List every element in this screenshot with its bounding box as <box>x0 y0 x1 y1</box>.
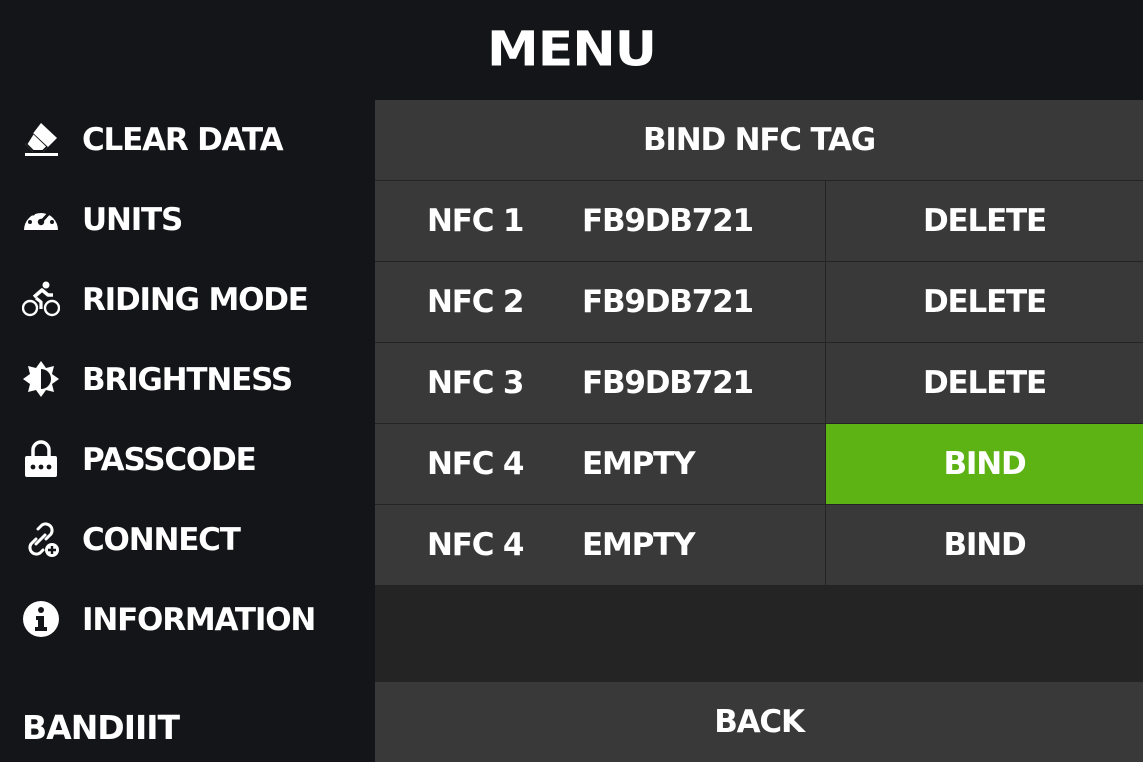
sidebar-item-label: UNITS <box>82 202 183 238</box>
sidebar-item-label: RIDING MODE <box>82 282 309 318</box>
brightness-icon <box>22 360 60 398</box>
sidebar-item-connect[interactable]: CONNECT <box>0 500 375 580</box>
sidebar-item-units[interactable]: UNITS <box>0 180 375 260</box>
sidebar-item-clear-data[interactable]: CLEAR DATA <box>0 100 375 180</box>
nfc-value: EMPTY <box>582 446 696 482</box>
link-plus-icon <box>22 520 60 558</box>
nfc-value: EMPTY <box>582 527 696 563</box>
table-row: NFC 2 FB9DB721 DELETE <box>375 262 1143 342</box>
nfc-info-cell: NFC 2 FB9DB721 <box>375 262 825 342</box>
sidebar-item-label: BRIGHTNESS <box>82 362 293 398</box>
sidebar-item-brightness[interactable]: BRIGHTNESS <box>0 340 375 420</box>
sidebar-item-label: CONNECT <box>82 522 241 558</box>
sidebar-item-label: INFORMATION <box>82 602 316 638</box>
eraser-icon <box>22 120 60 158</box>
cyclist-icon <box>22 280 60 318</box>
nfc-name: NFC 1 <box>427 203 524 239</box>
delete-button[interactable]: DELETE <box>826 181 1143 261</box>
back-button[interactable]: BACK <box>375 682 1143 762</box>
sidebar-item-label: CLEAR DATA <box>82 122 284 158</box>
brand-logo: BANDIIIT <box>22 708 180 747</box>
sidebar-item-riding-mode[interactable]: RIDING MODE <box>0 260 375 340</box>
nfc-name: NFC 2 <box>427 284 524 320</box>
sidebar-item-label: PASSCODE <box>82 442 257 478</box>
lock-icon <box>22 440 60 478</box>
nfc-name: NFC 4 <box>427 527 524 563</box>
bind-button[interactable]: BIND <box>826 505 1143 585</box>
delete-button[interactable]: DELETE <box>826 262 1143 342</box>
nfc-value: FB9DB721 <box>582 203 754 239</box>
menu-screen: MENU CLEAR DATA UNITS RIDING MODE BRIGHT… <box>0 0 1143 762</box>
nfc-value: FB9DB721 <box>582 284 754 320</box>
nfc-info-cell: NFC 3 FB9DB721 <box>375 343 825 423</box>
nfc-panel: BIND NFC TAG NFC 1 FB9DB721 DELETE NFC 2… <box>375 100 1143 762</box>
bind-button[interactable]: BIND <box>826 424 1143 504</box>
nfc-info-cell: NFC 4 EMPTY <box>375 505 825 585</box>
table-row: NFC 4 EMPTY BIND <box>375 424 1143 504</box>
sidebar-item-information[interactable]: INFORMATION <box>0 580 375 660</box>
info-icon <box>22 600 60 638</box>
panel-title: BIND NFC TAG <box>375 100 1143 180</box>
delete-button[interactable]: DELETE <box>826 343 1143 423</box>
table-row: NFC 4 EMPTY BIND <box>375 505 1143 585</box>
nfc-name: NFC 3 <box>427 365 524 401</box>
nfc-info-cell: NFC 4 EMPTY <box>375 424 825 504</box>
table-row: NFC 1 FB9DB721 DELETE <box>375 181 1143 261</box>
nfc-name: NFC 4 <box>427 446 524 482</box>
sidebar: CLEAR DATA UNITS RIDING MODE BRIGHTNESS … <box>0 100 375 762</box>
table-row: NFC 3 FB9DB721 DELETE <box>375 343 1143 423</box>
nfc-info-cell: NFC 1 FB9DB721 <box>375 181 825 261</box>
speedometer-icon <box>22 200 60 238</box>
sidebar-item-passcode[interactable]: PASSCODE <box>0 420 375 500</box>
nfc-value: FB9DB721 <box>582 365 754 401</box>
page-title: MENU <box>486 22 657 78</box>
